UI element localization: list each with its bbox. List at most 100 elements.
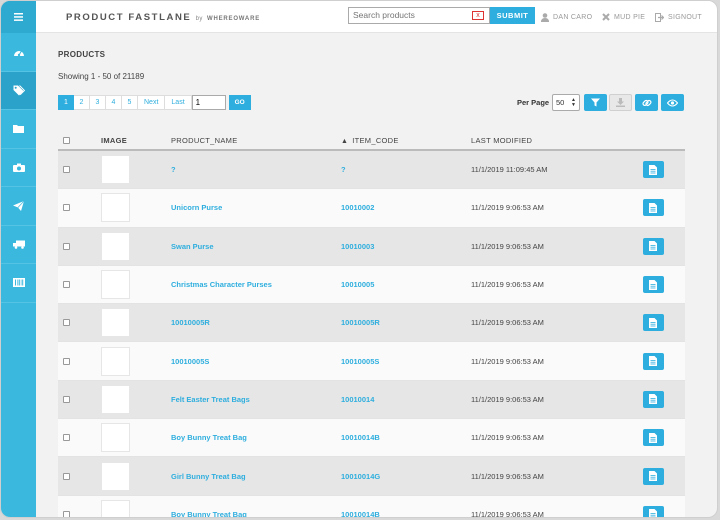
- column-last-modified[interactable]: LAST MODIFIED: [471, 136, 621, 145]
- table-row: Felt Easter Treat Bags 10010014 11/1/2019 …: [58, 380, 685, 420]
- sidebar-item-barcodes[interactable]: [1, 264, 36, 303]
- signout-button[interactable]: SIGNOUT: [655, 13, 702, 22]
- page-5-button[interactable]: 5: [122, 95, 138, 110]
- column-image: IMAGE: [101, 135, 128, 145]
- product-thumbnail[interactable]: [101, 384, 130, 414]
- table-header: IMAGE PRODUCT_NAME ▲ ITEM_CODE LAST MODIF…: [58, 131, 685, 151]
- go-button[interactable]: GO: [228, 95, 251, 110]
- user-menu[interactable]: DAN CARO: [541, 13, 592, 22]
- last-modified-value: 11/1/2019 9:06:53 AM: [471, 241, 544, 251]
- product-name-link[interactable]: Christmas Character Purses: [171, 280, 272, 289]
- product-name-link[interactable]: 10010005S: [171, 357, 209, 366]
- product-thumbnail[interactable]: [101, 231, 130, 261]
- view-details-button[interactable]: [642, 505, 664, 517]
- row-checkbox[interactable]: [63, 395, 70, 403]
- sidebar-item-dashboard[interactable]: [1, 33, 36, 72]
- item-code-link[interactable]: 10010014G: [341, 472, 380, 481]
- view-details-button[interactable]: [642, 237, 664, 255]
- per-page-select[interactable]: 50 ▲ ▼: [552, 94, 580, 111]
- sidebar-item-products[interactable]: [1, 71, 36, 110]
- product-name-link[interactable]: Swan Purse: [171, 242, 214, 251]
- product-name-link[interactable]: Girl Bunny Treat Bag: [171, 472, 246, 481]
- last-modified-value: 11/1/2019 9:06:53 AM: [471, 203, 544, 213]
- view-button[interactable]: [661, 94, 684, 111]
- sidebar-menu-toggle[interactable]: [1, 1, 36, 33]
- sidebar-item-send[interactable]: [1, 187, 36, 226]
- product-thumbnail[interactable]: [101, 461, 130, 491]
- row-checkbox[interactable]: [63, 281, 70, 289]
- clear-search-button[interactable]: x: [472, 11, 484, 20]
- row-checkbox[interactable]: [63, 166, 70, 174]
- item-code-link[interactable]: 10010005R: [341, 318, 380, 327]
- row-checkbox[interactable]: [63, 242, 70, 250]
- page-3-button[interactable]: 3: [90, 95, 106, 110]
- product-thumbnail[interactable]: [101, 346, 130, 376]
- view-details-button[interactable]: [642, 276, 664, 294]
- row-checkbox[interactable]: [63, 510, 70, 517]
- row-checkbox[interactable]: [63, 434, 70, 442]
- item-code-link[interactable]: 10010014: [341, 395, 374, 404]
- sidebar-item-folders[interactable]: [1, 110, 36, 149]
- row-checkbox[interactable]: [63, 472, 70, 480]
- top-bar: PRODUCT FASTLANE by WHEREOWARE x SUBMIT …: [36, 1, 717, 33]
- search-input[interactable]: [353, 10, 463, 20]
- item-code-link[interactable]: 10010014B: [341, 510, 380, 517]
- company-menu[interactable]: MUD PIE: [602, 13, 645, 21]
- signout-label: SIGNOUT: [668, 14, 702, 21]
- pagination: 1 2 3 4 5 Next Last GO: [58, 95, 251, 110]
- eye-icon: [667, 98, 678, 107]
- column-item-code[interactable]: ▲ ITEM_CODE: [341, 136, 471, 145]
- product-name-link[interactable]: Felt Easter Treat Bags: [171, 395, 250, 404]
- product-thumbnail[interactable]: [101, 308, 130, 338]
- goto-page-input[interactable]: [191, 95, 226, 110]
- table-row: Boy Bunny Treat Bag 10010014B 11/1/2019 9:…: [58, 419, 685, 458]
- product-name-link[interactable]: 10010005R: [171, 318, 210, 327]
- page-2-button[interactable]: 2: [74, 95, 90, 110]
- last-modified-value: 11/1/2019 9:06:53 AM: [471, 509, 544, 518]
- search-box: x: [348, 7, 490, 24]
- view-details-button[interactable]: [642, 199, 664, 217]
- table-row: Swan Purse 10010003 11/1/2019 9:06:53 AM: [58, 227, 685, 266]
- filter-button[interactable]: [584, 94, 607, 111]
- item-code-link[interactable]: 10010003: [341, 242, 374, 251]
- product-thumbnail[interactable]: [101, 499, 130, 517]
- view-details-button[interactable]: [642, 429, 664, 447]
- product-name-link[interactable]: Boy Bunny Treat Bag: [171, 433, 247, 442]
- item-code-link[interactable]: ?: [341, 165, 346, 174]
- item-code-link[interactable]: 10010014B: [341, 433, 380, 442]
- download-button[interactable]: [609, 94, 632, 111]
- item-code-link[interactable]: 10010002: [341, 203, 374, 212]
- product-thumbnail[interactable]: [101, 423, 130, 453]
- item-code-link[interactable]: 10010005: [341, 280, 374, 289]
- row-checkbox[interactable]: [63, 319, 70, 327]
- page-4-button[interactable]: 4: [106, 95, 122, 110]
- product-name-link[interactable]: Boy Bunny Treat Bag: [171, 510, 247, 517]
- sidebar-item-shipping[interactable]: [1, 226, 36, 264]
- last-page-button[interactable]: Last: [165, 95, 192, 110]
- row-checkbox[interactable]: [63, 357, 70, 365]
- view-details-button[interactable]: [642, 390, 664, 408]
- row-checkbox[interactable]: [63, 204, 70, 212]
- view-details-button[interactable]: [642, 161, 664, 179]
- submit-search-button[interactable]: SUBMIT: [490, 7, 535, 24]
- product-name-link[interactable]: ?: [171, 165, 176, 174]
- sidebar-item-photos[interactable]: [1, 149, 36, 187]
- tag-icon: [13, 84, 25, 96]
- view-details-button[interactable]: [642, 314, 664, 332]
- item-code-link[interactable]: 10010005S: [341, 357, 379, 366]
- select-all-checkbox[interactable]: [63, 136, 70, 144]
- product-thumbnail[interactable]: [101, 270, 130, 300]
- product-name-link[interactable]: Unicorn Purse: [171, 203, 222, 212]
- product-thumbnail[interactable]: [101, 155, 130, 185]
- view-details-button[interactable]: [642, 352, 664, 370]
- brand-logo: PRODUCT FASTLANE by WHEREOWARE: [66, 12, 260, 23]
- next-page-button[interactable]: Next: [138, 95, 166, 110]
- product-thumbnail[interactable]: [101, 193, 130, 223]
- page-1-button[interactable]: 1: [58, 95, 74, 110]
- link-button[interactable]: [635, 94, 658, 111]
- document-icon: [649, 317, 657, 328]
- view-details-button[interactable]: [642, 467, 664, 485]
- column-product-name[interactable]: PRODUCT_NAME: [171, 136, 341, 145]
- table-body: ?? 11/1/2019 11:09:45 AM Unicorn Purse 1001…: [58, 151, 685, 518]
- last-modified-value: 11/1/2019 9:06:53 AM: [471, 433, 544, 443]
